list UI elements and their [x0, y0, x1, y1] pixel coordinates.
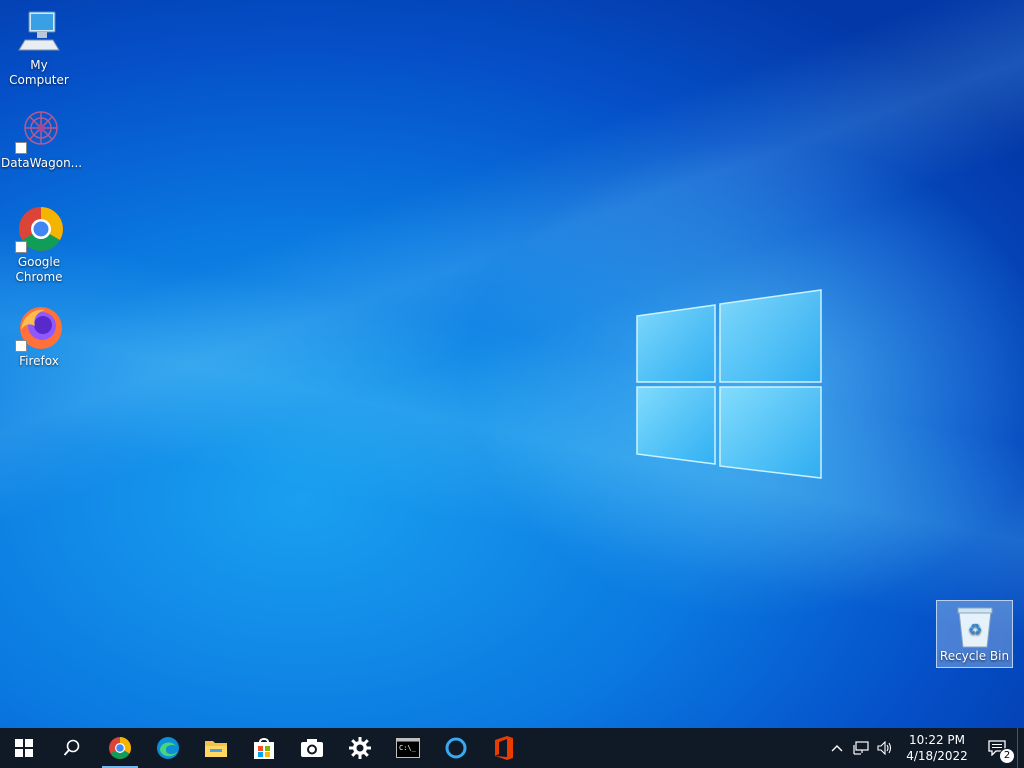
taskbar-camera-button[interactable] [288, 728, 336, 768]
firefox-icon [15, 304, 63, 352]
shortcut-arrow-icon [15, 142, 27, 154]
desktop-icon-recycle-bin[interactable]: ♻ Recycle Bin [936, 600, 1013, 668]
speaker-icon [877, 741, 892, 755]
recycle-bin-icon: ♻ [955, 605, 995, 649]
wallpaper-light-beam [0, 0, 1024, 768]
edge-icon [157, 737, 179, 759]
tray-volume-button[interactable] [873, 728, 897, 768]
clock-time: 10:22 PM [909, 733, 965, 747]
taskbar-edge-button[interactable] [144, 728, 192, 768]
desktop-icon-label: My Computer [9, 58, 69, 87]
clock-date: 4/18/2022 [906, 749, 968, 763]
notification-count-badge: 2 [999, 748, 1015, 764]
datawagon-icon [15, 106, 63, 154]
search-icon [63, 739, 80, 756]
camera-icon [301, 739, 323, 757]
taskbar-terminal-button[interactable]: C:\_ [384, 728, 432, 768]
taskbar-chrome-button[interactable] [96, 728, 144, 768]
office-icon [495, 736, 513, 760]
tray-network-button[interactable] [849, 728, 873, 768]
shortcut-arrow-icon [15, 241, 27, 253]
taskbar-clock[interactable]: 10:22 PM 4/18/2022 [897, 732, 977, 764]
svg-text:♻: ♻ [967, 620, 981, 639]
desktop-icon-firefox[interactable]: Firefox [1, 304, 77, 369]
windows-wallpaper-logo [636, 289, 822, 479]
tray-overflow-button[interactable] [825, 728, 849, 768]
start-button[interactable] [0, 728, 48, 768]
wallpaper-light-beam [0, 0, 1024, 768]
desktop-icon-label: Google Chrome [15, 255, 63, 284]
chrome-icon [109, 737, 131, 759]
desktop-icon-my-computer[interactable]: My Computer [1, 8, 77, 88]
windows-start-icon [15, 739, 33, 757]
svg-text:C:\_: C:\_ [399, 744, 417, 752]
gear-icon [349, 737, 371, 759]
action-center-button[interactable]: 2 [977, 728, 1017, 768]
desktop-icon-label: DataWagon... [1, 156, 83, 170]
store-icon [254, 738, 274, 759]
taskbar-file-explorer-button[interactable] [192, 728, 240, 768]
network-icon [853, 741, 869, 755]
desktop-icon-label: Recycle Bin [939, 649, 1010, 663]
taskbar-settings-button[interactable] [336, 728, 384, 768]
taskbar: C:\_ 10:22 PM 4/18/2022 2 [0, 728, 1024, 768]
search-button[interactable] [48, 728, 96, 768]
chrome-icon [15, 205, 63, 253]
shortcut-arrow-icon [15, 340, 27, 352]
computer-icon [15, 8, 63, 56]
desktop-icon-datawagon[interactable]: DataWagon... [1, 106, 83, 171]
taskbar-office-button[interactable] [480, 728, 528, 768]
desktop-icon-label: Firefox [19, 354, 59, 368]
taskbar-cortana-button[interactable] [432, 728, 480, 768]
show-desktop-button[interactable] [1017, 728, 1024, 768]
desktop-icon-google-chrome[interactable]: Google Chrome [1, 205, 77, 285]
cortana-icon [445, 737, 467, 759]
taskbar-store-button[interactable] [240, 728, 288, 768]
system-tray: 10:22 PM 4/18/2022 2 [825, 728, 1024, 768]
terminal-icon: C:\_ [396, 738, 420, 758]
folder-icon [205, 741, 227, 757]
chevron-up-icon [831, 745, 843, 752]
